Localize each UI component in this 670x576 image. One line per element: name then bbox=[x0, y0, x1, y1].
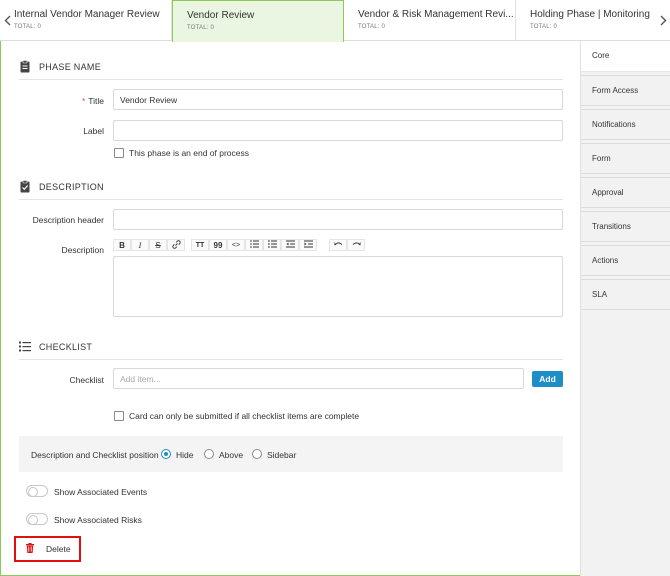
position-above-radio[interactable] bbox=[204, 449, 214, 459]
strikethrough-button[interactable]: S bbox=[149, 239, 167, 251]
section-description: DESCRIPTION bbox=[19, 174, 563, 200]
clipboard-check-icon bbox=[19, 180, 31, 194]
undo-icon bbox=[334, 241, 343, 250]
code-button[interactable]: <> bbox=[227, 239, 245, 251]
phase-tabs: Internal Vendor Manager Review TOTAL: 0 … bbox=[0, 0, 670, 42]
section-checklist: CHECKLIST bbox=[19, 334, 563, 360]
outdent-button[interactable] bbox=[281, 239, 299, 251]
end-of-process-checkbox[interactable] bbox=[114, 148, 124, 158]
numbered-list-button[interactable] bbox=[263, 239, 281, 251]
italic-button[interactable]: I bbox=[131, 239, 149, 251]
position-hide-label: Hide bbox=[176, 450, 194, 460]
sidebar-item-approval[interactable]: Approval bbox=[581, 177, 670, 208]
tab-vendor-review[interactable]: Vendor Review TOTAL: 0 bbox=[172, 0, 344, 42]
position-hide-radio[interactable] bbox=[161, 449, 171, 459]
phase-settings-panel: PHASE NAME * Title Vendor Review Label Th… bbox=[0, 41, 580, 576]
tab-total: TOTAL: 0 bbox=[530, 24, 558, 30]
position-sidebar-radio[interactable] bbox=[252, 449, 262, 459]
text-size-button[interactable]: TT bbox=[191, 239, 209, 251]
link-button[interactable] bbox=[167, 239, 185, 251]
show-associated-events-label: Show Associated Events bbox=[54, 487, 148, 497]
editor-toolbar: B I S TT 99 <> bbox=[113, 238, 371, 252]
bullet-list-button[interactable] bbox=[245, 239, 263, 251]
tab-holding-phase-monitoring[interactable]: Holding Phase | Monitoring TOTAL: 0 bbox=[516, 0, 670, 41]
section-phase-name: PHASE NAME bbox=[19, 54, 563, 80]
outdent-icon bbox=[285, 240, 295, 250]
link-icon bbox=[171, 239, 181, 251]
description-label: Description bbox=[61, 245, 104, 255]
bold-button[interactable]: B bbox=[113, 239, 131, 251]
sidebar-item-core[interactable]: Core bbox=[581, 41, 670, 72]
settings-sidebar: Core Form Access Notifications Form Appr… bbox=[580, 41, 670, 576]
delete-label: Delete bbox=[46, 544, 71, 554]
redo-button[interactable] bbox=[347, 239, 365, 251]
redo-icon bbox=[352, 241, 361, 250]
sidebar-item-transitions[interactable]: Transitions bbox=[581, 211, 670, 242]
tab-internal-vendor-manager-review[interactable]: Internal Vendor Manager Review TOTAL: 0 bbox=[0, 0, 172, 41]
position-setting: Description and Checklist position Hide … bbox=[19, 436, 563, 472]
checklist-complete-checkbox[interactable] bbox=[114, 411, 124, 421]
tab-total: TOTAL: 0 bbox=[14, 24, 42, 30]
checklist-input[interactable]: Add item... bbox=[113, 368, 524, 389]
sidebar-item-sla[interactable]: SLA bbox=[581, 279, 670, 310]
bullet-list-icon bbox=[249, 240, 259, 250]
trash-icon bbox=[26, 543, 34, 555]
quote-button[interactable]: 99 bbox=[209, 239, 227, 251]
section-title: DESCRIPTION bbox=[39, 181, 104, 192]
label-label: Label bbox=[83, 126, 104, 136]
sidebar-item-notifications[interactable]: Notifications bbox=[581, 109, 670, 140]
list-icon bbox=[19, 340, 31, 354]
show-associated-risks-label: Show Associated Risks bbox=[54, 515, 142, 525]
description-editor[interactable] bbox=[113, 256, 563, 317]
tab-title: Vendor Review bbox=[187, 10, 255, 21]
add-checklist-item-button[interactable]: Add bbox=[532, 371, 563, 387]
show-associated-risks-toggle[interactable] bbox=[26, 513, 48, 525]
description-header-label: Description header bbox=[32, 215, 104, 225]
tab-total: TOTAL: 0 bbox=[358, 24, 386, 30]
title-input[interactable]: Vendor Review bbox=[113, 89, 563, 110]
show-associated-events-toggle[interactable] bbox=[26, 485, 48, 497]
indent-icon bbox=[303, 240, 313, 250]
end-of-process-label: This phase is an end of process bbox=[129, 148, 250, 158]
sidebar-item-actions[interactable]: Actions bbox=[581, 245, 670, 276]
tab-title: Vendor & Risk Management Revi... bbox=[358, 9, 514, 20]
tab-title: Internal Vendor Manager Review bbox=[14, 9, 160, 20]
tab-vendor-risk-management-review[interactable]: Vendor & Risk Management Revi... TOTAL: … bbox=[344, 0, 516, 41]
position-above-label: Above bbox=[219, 450, 244, 460]
tab-title: Holding Phase | Monitoring bbox=[530, 9, 650, 20]
numbered-list-icon bbox=[267, 240, 277, 250]
sidebar-item-form[interactable]: Form bbox=[581, 143, 670, 174]
section-title: CHECKLIST bbox=[39, 341, 93, 352]
tab-total: TOTAL: 0 bbox=[187, 25, 215, 31]
description-header-input[interactable] bbox=[113, 209, 563, 230]
delete-phase-button[interactable]: Delete bbox=[14, 536, 81, 562]
checklist-complete-label: Card can only be submitted if all checkl… bbox=[129, 411, 360, 421]
checklist-label: Checklist bbox=[69, 375, 104, 385]
undo-button[interactable] bbox=[329, 239, 347, 251]
position-label: Description and Checklist position bbox=[31, 450, 159, 460]
indent-button[interactable] bbox=[299, 239, 317, 251]
chevron-right-icon[interactable] bbox=[658, 12, 668, 28]
sidebar-item-form-access[interactable]: Form Access bbox=[581, 75, 670, 106]
clipboard-icon bbox=[19, 60, 31, 74]
position-sidebar-label: Sidebar bbox=[267, 450, 297, 460]
title-label: * Title bbox=[81, 96, 104, 106]
label-input[interactable] bbox=[113, 120, 563, 141]
section-title: PHASE NAME bbox=[39, 61, 102, 72]
required-marker: * bbox=[81, 96, 86, 106]
